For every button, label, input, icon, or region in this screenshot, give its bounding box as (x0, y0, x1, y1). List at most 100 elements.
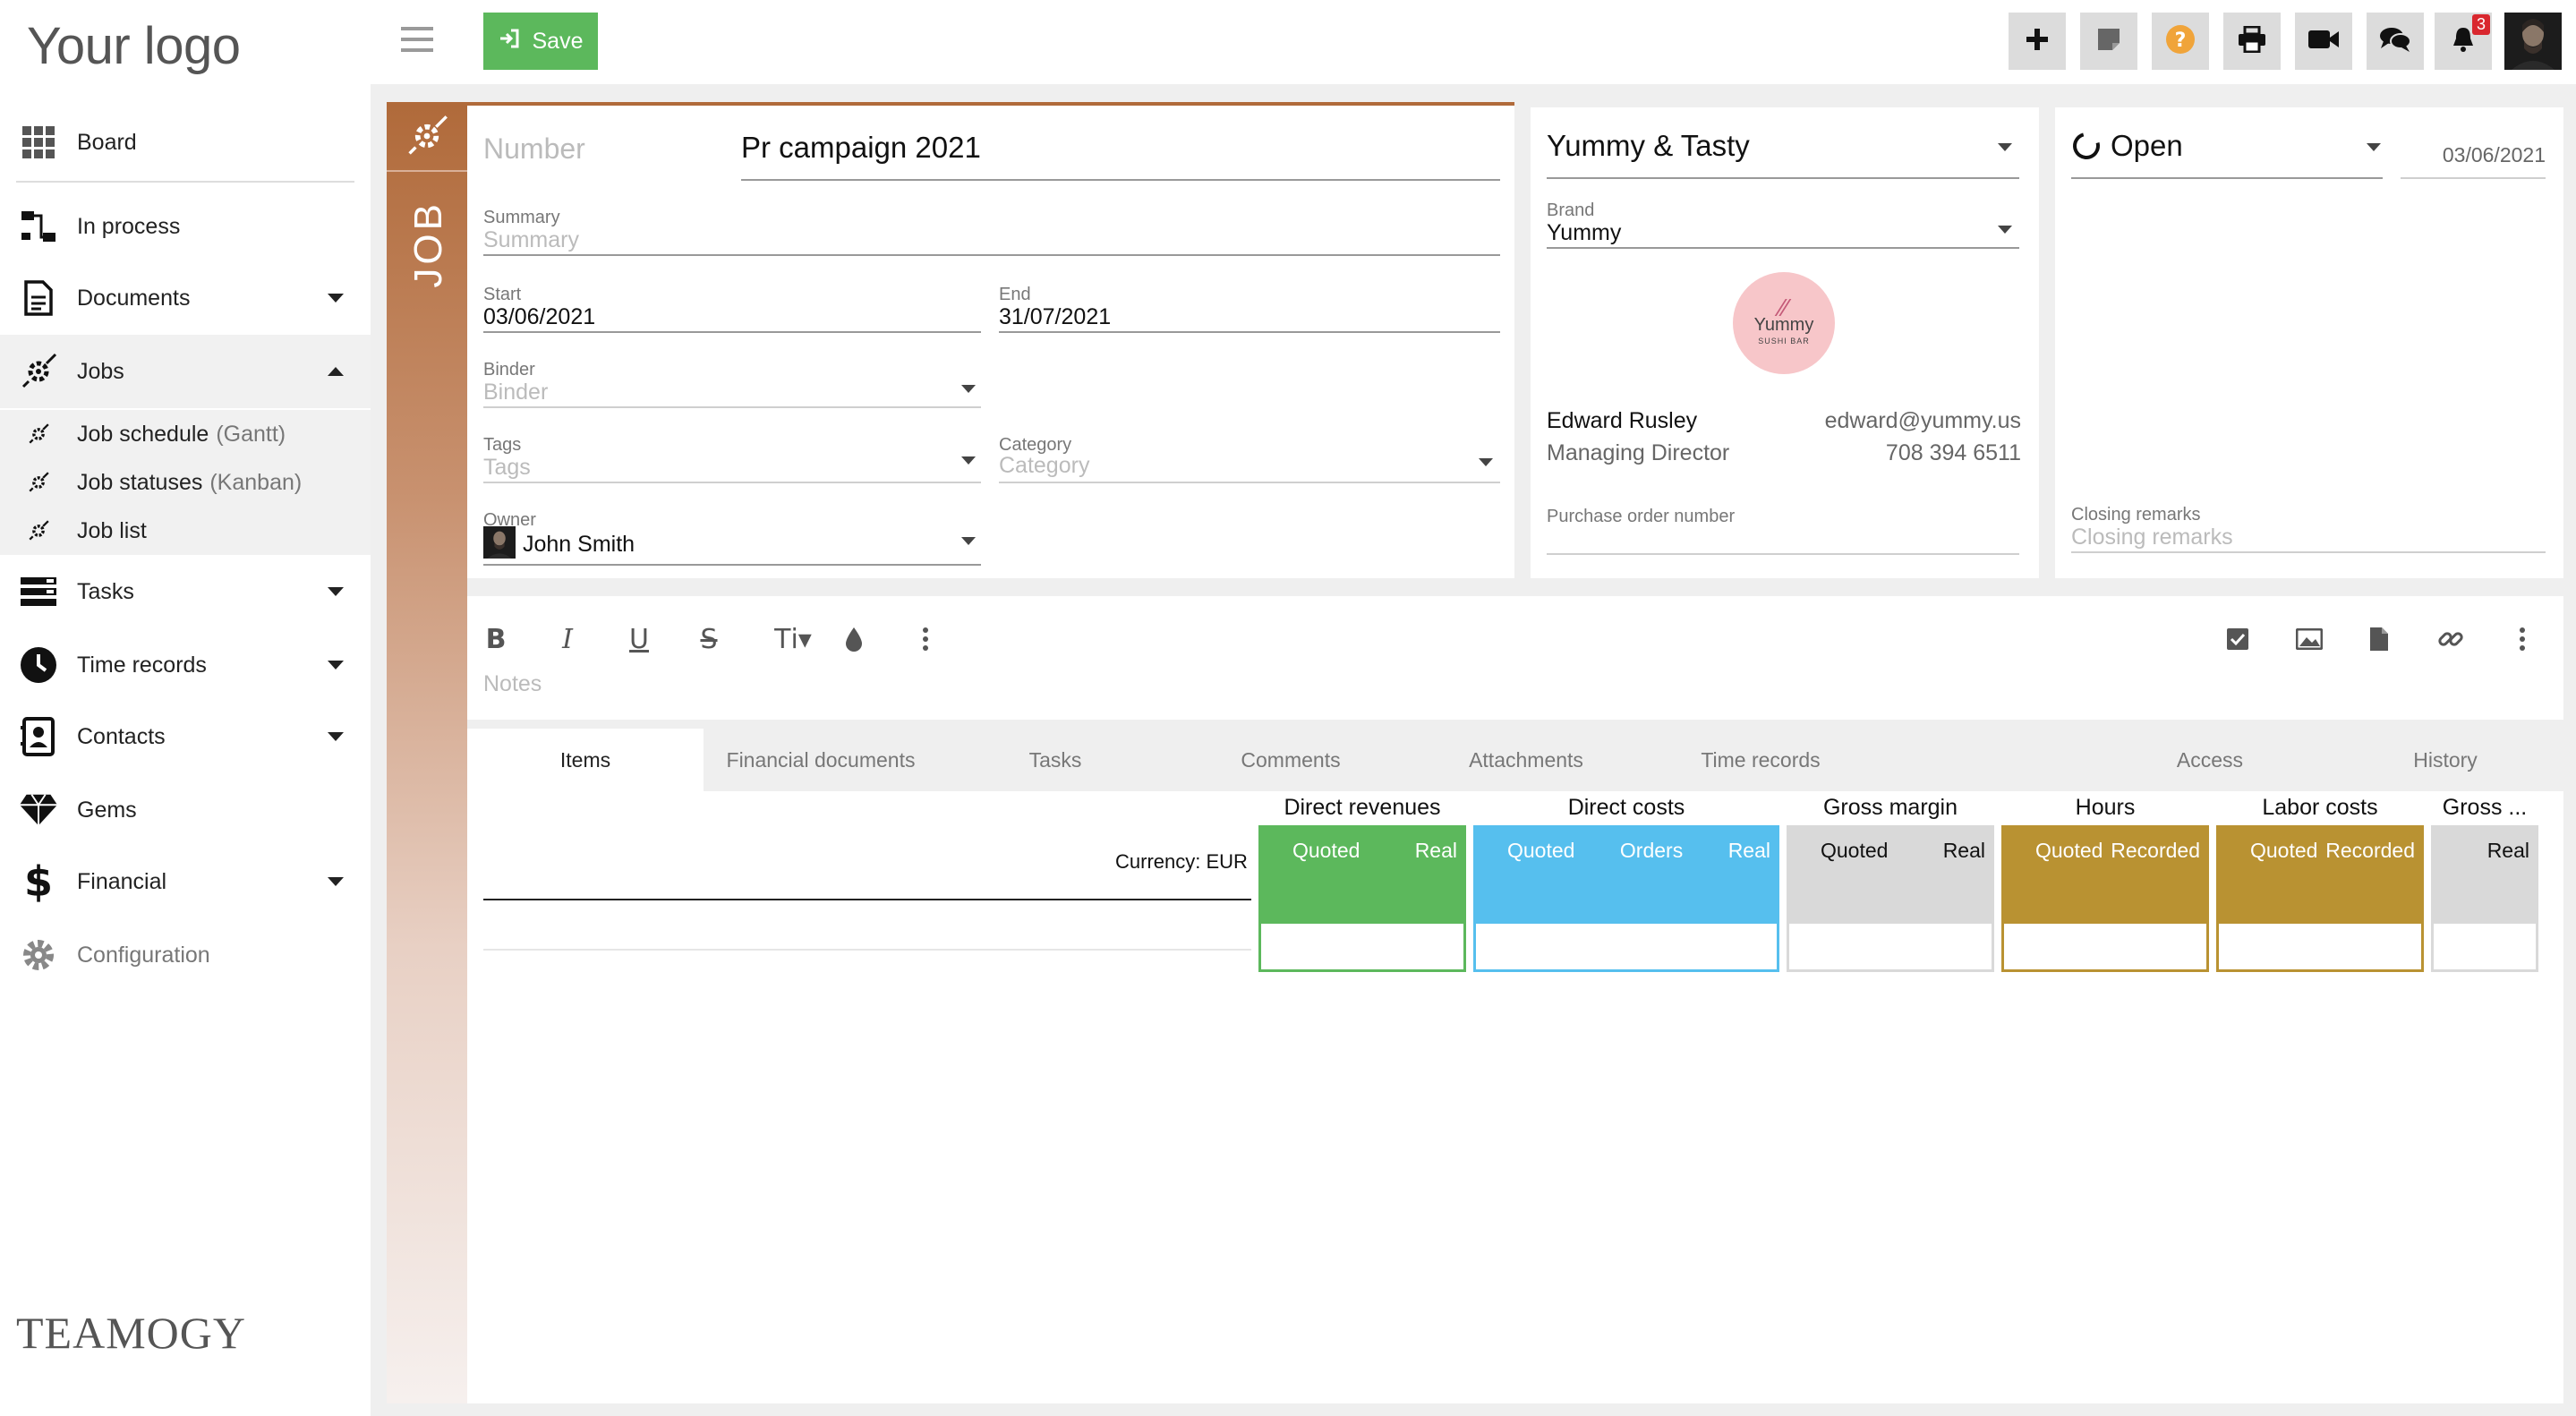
col-quoted[interactable]: Quoted (1507, 839, 1574, 863)
group-input-cell[interactable] (1258, 924, 1466, 972)
col-quoted[interactable]: Quoted (2250, 839, 2317, 863)
owner-select[interactable]: John Smith (523, 532, 635, 558)
chat-button[interactable] (2367, 13, 2424, 70)
notes-editor: B I U S Tⅰ▾ Notes (467, 596, 2563, 720)
notifications-button[interactable]: 3 (2435, 13, 2492, 70)
tab-comments[interactable]: Comments (1173, 729, 1409, 791)
currency-label: Currency: EUR (1115, 850, 1248, 873)
sidebar-item-jobs[interactable]: Jobs (0, 335, 371, 408)
chevron-down-icon[interactable] (1998, 143, 2012, 151)
tab-history[interactable]: History (2327, 729, 2563, 791)
chevron-down-icon[interactable] (961, 537, 976, 545)
process-icon (18, 206, 59, 247)
sidebar-subitem-job-statuses[interactable]: Job statuses (Kanban) (0, 458, 371, 507)
status-date[interactable]: 03/06/2021 (2443, 143, 2546, 167)
chevron-down-icon[interactable] (2367, 143, 2381, 151)
group-input-cell[interactable] (1787, 924, 1994, 972)
sidebar-item-tasks[interactable]: Tasks (0, 555, 371, 628)
sidebar-item-financial[interactable]: $ Financial (0, 845, 371, 918)
hamburger-menu-icon[interactable] (401, 27, 433, 54)
video-call-button[interactable] (2295, 13, 2352, 70)
number-input[interactable]: Number (483, 132, 585, 166)
col-quoted[interactable]: Quoted (1292, 839, 1360, 863)
more-vertical-icon[interactable] (906, 619, 945, 659)
tab-access[interactable]: Access (2093, 729, 2327, 791)
end-date-input[interactable]: 31/07/2021 (999, 304, 1111, 330)
chevron-down-icon[interactable] (1998, 226, 2012, 234)
sidebar-item-time-records[interactable]: Time records (0, 628, 371, 702)
col-real[interactable]: Real (1943, 839, 1985, 863)
col-quoted[interactable]: Quoted (2035, 839, 2103, 863)
tab-financial-documents[interactable]: Financial documents (704, 729, 938, 791)
group-total-bar (2431, 875, 2538, 924)
sidebar-item-contacts[interactable]: Contacts (0, 700, 371, 773)
col-real[interactable]: Real (1415, 839, 1457, 863)
sidebar-item-configuration[interactable]: Configuration (0, 918, 371, 992)
chevron-down-icon (328, 732, 344, 741)
sidebar-item-gems[interactable]: Gems (0, 773, 371, 847)
tab-time-records[interactable]: Time records (1643, 729, 1878, 791)
sidebar-item-board[interactable]: Board (0, 106, 371, 179)
group-input-cell[interactable] (1473, 924, 1779, 972)
status-select[interactable]: Open (2111, 129, 2183, 163)
help-button[interactable]: ? (2152, 13, 2209, 70)
col-real[interactable]: Real (2487, 839, 2529, 863)
binder-label: Binder (483, 360, 535, 380)
add-button[interactable] (2009, 13, 2066, 70)
image-icon[interactable] (2290, 619, 2329, 659)
job-icon (25, 517, 52, 544)
tab-attachments[interactable]: Attachments (1409, 729, 1643, 791)
ink-drop-icon[interactable] (834, 619, 874, 659)
tab-tasks[interactable]: Tasks (938, 729, 1173, 791)
sidebar-item-documents[interactable]: Documents (0, 261, 371, 335)
col-recorded[interactable]: Recorded (2325, 839, 2415, 863)
chevron-down-icon[interactable] (961, 385, 976, 393)
job-title-input[interactable]: Pr campaign 2021 (741, 131, 981, 165)
strikethrough-icon[interactable]: S (689, 619, 729, 659)
col-quoted[interactable]: Quoted (1821, 839, 1888, 863)
group-input-cell[interactable] (2216, 924, 2424, 972)
user-avatar[interactable] (2504, 13, 2562, 70)
group-input-cell[interactable] (2001, 924, 2209, 972)
tab-items[interactable]: Items (467, 729, 704, 791)
bold-icon[interactable]: B (476, 619, 516, 659)
start-date-input[interactable]: 03/06/2021 (483, 304, 595, 330)
text-size-icon[interactable]: Tⅰ▾ (764, 619, 822, 659)
italic-icon[interactable]: I (548, 619, 587, 659)
notes-input[interactable]: Notes (483, 671, 542, 697)
binder-select[interactable]: Binder (483, 380, 548, 405)
contact-email[interactable]: edward@yummy.us (1825, 408, 2021, 434)
group-input-cell[interactable] (2431, 924, 2538, 972)
tags-select[interactable]: Tags (483, 455, 531, 481)
sidebar-item-in-process[interactable]: In process (0, 190, 371, 263)
app-logo[interactable]: Your logo (27, 16, 241, 76)
underline-icon[interactable]: U (619, 619, 659, 659)
job-icon (25, 421, 52, 448)
col-orders[interactable]: Orders (1620, 839, 1683, 863)
summary-input[interactable]: Summary (483, 227, 579, 253)
brand-select[interactable]: Yummy (1547, 220, 1621, 246)
sticky-note-button[interactable] (2080, 13, 2137, 70)
contact-role: Managing Director (1547, 440, 1730, 465)
chevron-down-icon[interactable] (1479, 458, 1493, 466)
contact-name[interactable]: Edward Rusley (1547, 408, 1697, 434)
col-real[interactable]: Real (1728, 839, 1770, 863)
save-button[interactable]: Save (483, 13, 598, 70)
more-vertical-icon[interactable] (2503, 619, 2542, 659)
client-select[interactable]: Yummy & Tasty (1547, 129, 1750, 163)
category-select[interactable]: Category (999, 453, 1089, 479)
checkbox-icon[interactable] (2218, 619, 2257, 659)
col-recorded[interactable]: Recorded (2111, 839, 2200, 863)
po-input[interactable] (1547, 553, 2019, 555)
sidebar-subitem-job-list[interactable]: Job list (0, 507, 371, 555)
file-icon[interactable] (2359, 619, 2399, 659)
link-icon[interactable] (2431, 619, 2470, 659)
closing-remarks-input[interactable]: Closing remarks (2071, 525, 2233, 550)
contact-phone[interactable]: 708 394 6511 (1886, 440, 2021, 466)
sidebar-item-label: Gems (77, 797, 137, 823)
subitem-label: Job schedule (77, 421, 209, 447)
job-detail-tabs-panel: Items Financial documents Tasks Comments… (467, 729, 2563, 1403)
chevron-down-icon[interactable] (961, 456, 976, 465)
print-button[interactable] (2223, 13, 2281, 70)
sidebar-subitem-job-schedule[interactable]: Job schedule (Gantt) (0, 410, 371, 458)
